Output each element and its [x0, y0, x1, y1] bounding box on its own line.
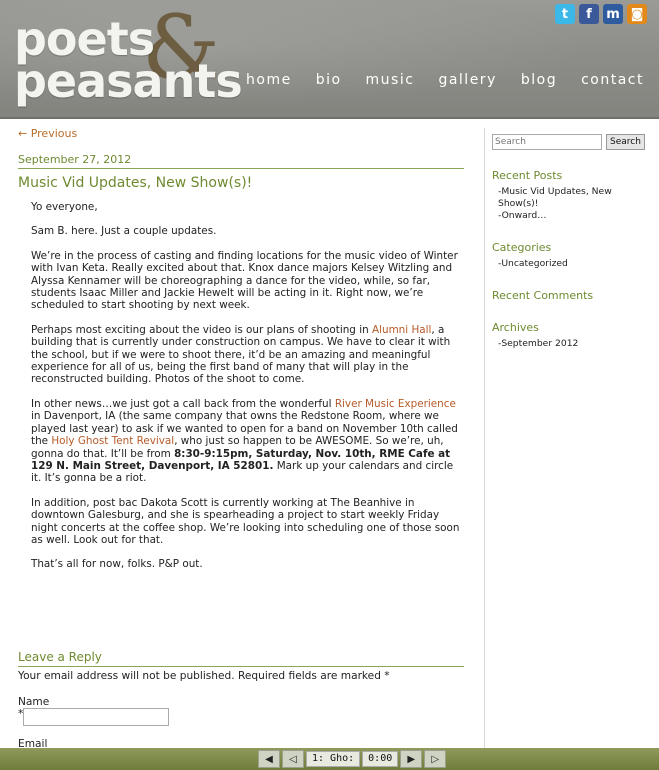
archive-item[interactable]: -September 2012	[498, 338, 642, 350]
play-icon[interactable]: ▶	[400, 750, 423, 768]
search-input[interactable]	[492, 134, 602, 150]
post-paragraph-7: That’s all for now, folks. P&P out.	[31, 558, 203, 571]
name-label: Name	[18, 696, 50, 708]
nav-contact[interactable]: contact	[581, 72, 644, 88]
post-content: ← Previous September 27, 2012 Music Vid …	[18, 125, 464, 583]
post-date: September 27, 2012	[18, 153, 464, 169]
previous-track-icon[interactable]: ◁	[282, 750, 304, 768]
nav-home[interactable]: home	[246, 72, 292, 88]
archives-list: -September 2012	[492, 338, 642, 350]
myspace-icon[interactable]: m	[603, 4, 623, 24]
recent-posts-heading: Recent Posts	[492, 169, 563, 182]
social-icons: t f m ◙	[555, 4, 647, 24]
category-item[interactable]: -Uncategorized	[498, 258, 642, 270]
search-button[interactable]: Search	[606, 134, 645, 150]
nav-blog[interactable]: blog	[521, 72, 557, 88]
nav-bio[interactable]: bio	[316, 72, 342, 88]
post-paragraph-3: We’re in the process of casting and find…	[31, 249, 458, 312]
recent-comments-heading: Recent Comments	[492, 289, 594, 302]
holy-ghost-tent-revival-link[interactable]: Holy Ghost Tent Revival	[51, 435, 174, 447]
volume-icon[interactable]: ◀	[258, 750, 280, 768]
site-logo[interactable]: & poets peasants	[14, 4, 243, 110]
post-paragraph-6: In addition, post bac Dakota Scott is cu…	[31, 496, 460, 546]
track-time: 0:00	[362, 751, 399, 767]
sidebar-divider	[484, 128, 485, 750]
logo-line-peasants: peasants	[14, 54, 243, 108]
archives-heading: Archives	[492, 321, 539, 334]
post-paragraph-4: Perhaps most exciting about the video is…	[31, 324, 461, 386]
categories-list: -Uncategorized	[492, 258, 642, 270]
reply-heading: Leave a Reply	[18, 650, 464, 667]
search-form: Search	[492, 134, 645, 150]
post-paragraph-5: In other news…we just got a call back fr…	[31, 398, 461, 485]
nav-gallery[interactable]: gallery	[438, 72, 496, 88]
post-paragraph-1: Yo everyone,	[31, 201, 98, 213]
track-title: 1: Gho:	[306, 751, 361, 767]
previous-link[interactable]: ← Previous	[18, 127, 464, 140]
post-title[interactable]: Music Vid Updates, New Show(s)!	[18, 175, 464, 191]
recent-post-item[interactable]: -Music Vid Updates, New Show(s)!	[498, 186, 642, 210]
alumni-hall-link[interactable]: Alumni Hall	[372, 324, 431, 336]
music-player: ◀ ◁ 1: Gho: 0:00 ▶ ▷	[0, 748, 659, 770]
paragraph-text: Perhaps most exciting about the video is…	[31, 323, 372, 336]
twitter-icon[interactable]: t	[555, 4, 575, 24]
paragraph-text: In other news…we just got a call back fr…	[31, 397, 335, 410]
rss-icon[interactable]: ◙	[627, 4, 647, 24]
post-paragraph-2: Sam B. here. Just a couple updates.	[31, 225, 217, 238]
site-header: & poets peasants t f m ◙ home bio music …	[0, 0, 659, 119]
reply-note: Your email address will not be published…	[18, 670, 390, 682]
main-nav: home bio music gallery blog contact	[246, 72, 659, 88]
next-track-icon[interactable]: ▷	[424, 750, 447, 768]
recent-posts-list: -Music Vid Updates, New Show(s)! -Onward…	[492, 186, 642, 222]
facebook-icon[interactable]: f	[579, 4, 599, 24]
post-body: Yo everyone, Sam B. here. Just a couple …	[31, 201, 461, 571]
sidebar: Search Recent Posts -Music Vid Updates, …	[492, 134, 645, 350]
name-field[interactable]	[23, 708, 169, 726]
nav-music[interactable]: music	[366, 72, 415, 88]
player-controls: ◀ ◁ 1: Gho: 0:00 ▶ ▷	[258, 750, 448, 768]
river-music-experience-link[interactable]: River Music Experience	[335, 398, 456, 410]
recent-post-item[interactable]: -Onward…	[498, 210, 642, 222]
categories-heading: Categories	[492, 241, 552, 254]
